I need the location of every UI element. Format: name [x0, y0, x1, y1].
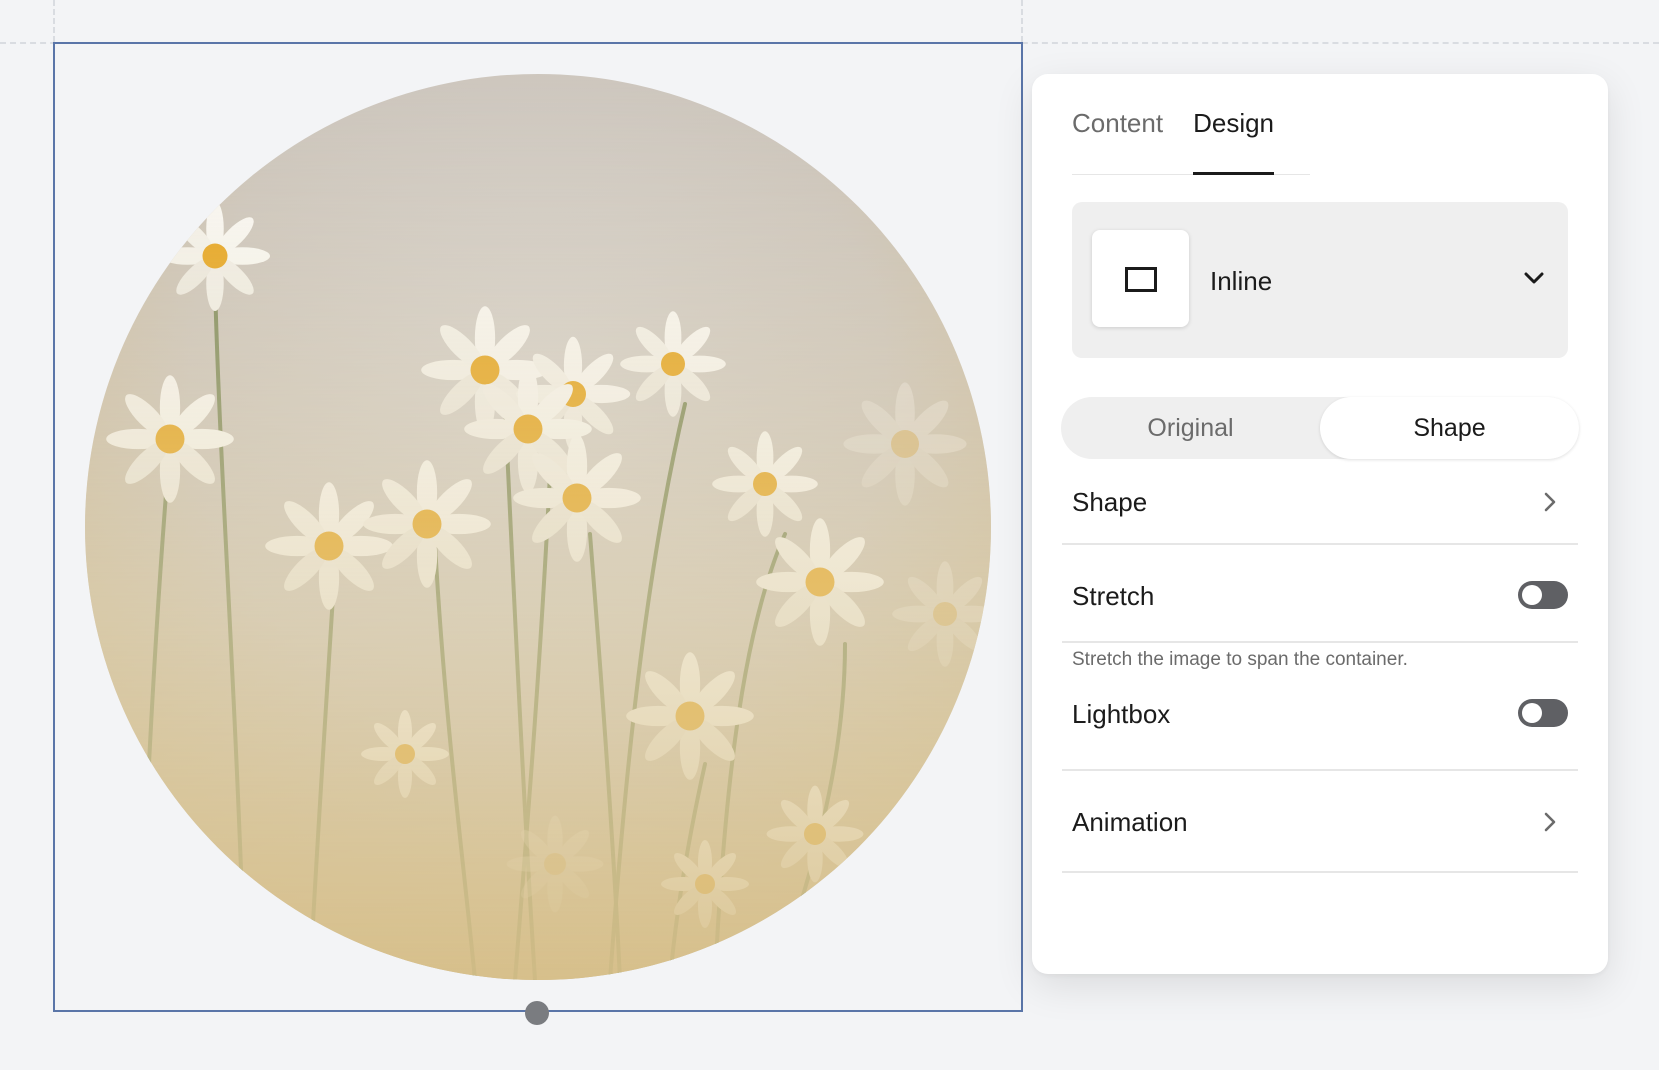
tab-content[interactable]: Content: [1072, 74, 1163, 174]
shape-row-label: Shape: [1072, 487, 1148, 517]
toggle-knob: [1522, 703, 1542, 723]
canvas-guide-vertical-left: [53, 0, 55, 42]
aspect-segmented-control: Original Shape: [1061, 397, 1579, 459]
chevron-right-icon: [1544, 492, 1556, 512]
toggle-knob: [1522, 585, 1542, 605]
daisy-photo-circle[interactable]: [85, 74, 991, 980]
segment-shape[interactable]: Shape: [1320, 397, 1579, 459]
segment-original[interactable]: Original: [1061, 397, 1320, 459]
design-settings-panel: Content Design Inline Original Shape Sha…: [1032, 74, 1608, 974]
stretch-label: Stretch: [1072, 581, 1155, 611]
stretch-toggle[interactable]: [1518, 581, 1568, 609]
layout-label: Inline: [1210, 266, 1273, 296]
tab-design[interactable]: Design: [1193, 74, 1274, 175]
animation-row-label: Animation: [1072, 807, 1188, 837]
stretch-helper-text: Stretch the image to span the container.: [1072, 649, 1408, 670]
chevron-down-icon: [1524, 272, 1544, 284]
inline-layout-icon: [1092, 230, 1189, 327]
lightbox-toggle[interactable]: [1518, 699, 1568, 727]
selected-image-block[interactable]: [53, 42, 1023, 1012]
animation-row[interactable]: Animation: [1062, 771, 1578, 873]
shape-row[interactable]: Shape: [1062, 459, 1578, 545]
lightbox-label: Lightbox: [1072, 699, 1171, 729]
resize-handle[interactable]: [525, 1001, 549, 1025]
layout-dropdown[interactable]: Inline: [1072, 202, 1568, 358]
lightbox-row: Lightbox: [1062, 679, 1578, 771]
stretch-row: Stretch: [1062, 543, 1578, 643]
chevron-right-icon: [1544, 812, 1556, 832]
panel-tabs: Content Design: [1072, 74, 1310, 175]
canvas-guide-vertical-right: [1021, 0, 1023, 42]
